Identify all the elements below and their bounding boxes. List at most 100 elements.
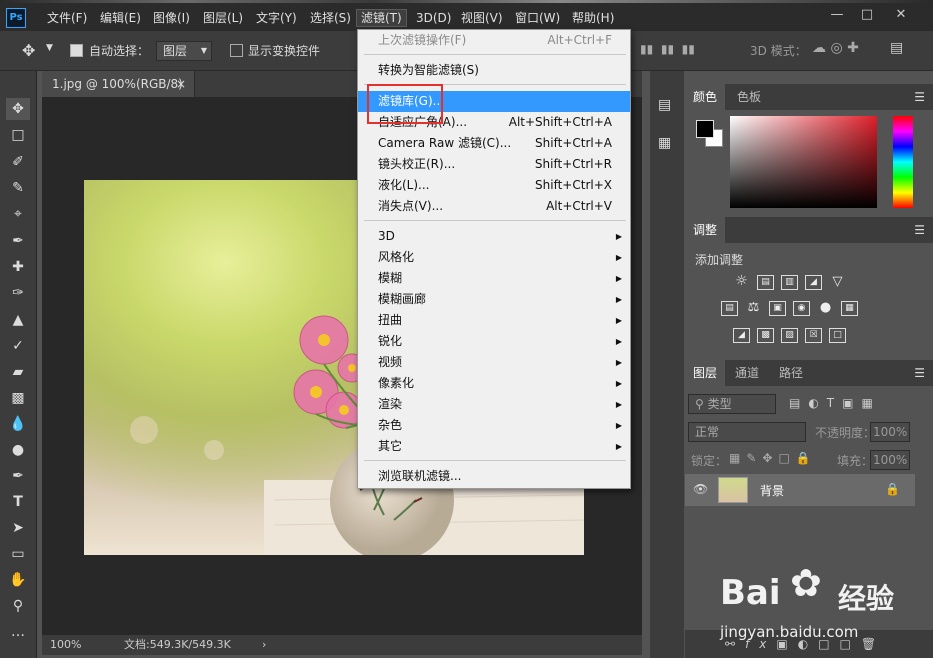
align-icons[interactable]: ▮▮ ▮▮ ▮▮ — [640, 42, 695, 56]
menu-type[interactable]: 文字(Y) — [252, 9, 301, 27]
menu-item-3d[interactable]: 3D ▶ — [358, 226, 630, 247]
threshold-icon[interactable]: ▨ — [781, 328, 798, 343]
minimize-icon[interactable]: — — [822, 6, 852, 24]
stamp-tool-icon[interactable]: ▲ — [6, 309, 30, 331]
menu-image[interactable]: 图像(I) — [149, 9, 194, 27]
menu-item-blur[interactable]: 模糊 ▶ — [358, 268, 630, 289]
lasso-tool-icon[interactable]: ✐ — [6, 151, 30, 173]
menu-item-other[interactable]: 其它 ▶ — [358, 436, 630, 457]
zoom-level[interactable]: 100% — [50, 635, 81, 655]
hue-saturation-icon[interactable]: ▤ — [721, 301, 738, 316]
menu-edit[interactable]: 编辑(E) — [96, 9, 145, 27]
menu-item-stylize[interactable]: 风格化 ▶ — [358, 247, 630, 268]
eyedropper-icon[interactable]: ✒ — [6, 230, 30, 252]
color-lookup-icon[interactable]: ▦ — [841, 301, 858, 316]
photo-filter-icon[interactable]: ◉ — [793, 301, 810, 316]
menu-layer[interactable]: 图层(L) — [199, 9, 247, 27]
black-white-icon[interactable]: ▣ — [769, 301, 786, 316]
panel-menu-icon[interactable]: ☰ — [914, 360, 925, 386]
layer-kind-filter[interactable]: ⚲ 类型 — [688, 394, 776, 414]
color-field[interactable] — [730, 116, 877, 208]
opacity-input[interactable]: 100% — [870, 422, 910, 442]
zoom-tool-icon[interactable]: ⚲ — [6, 595, 30, 617]
layer-row-background[interactable]: 👁 背景 🔒 — [685, 474, 915, 506]
menu-select[interactable]: 选择(S) — [306, 9, 355, 27]
menu-item-video[interactable]: 视频 ▶ — [358, 352, 630, 373]
brush-tool-icon[interactable]: ✑ — [6, 282, 30, 304]
menu-item-browse-online[interactable]: 浏览联机滤镜... — [358, 466, 630, 487]
type-tool-icon[interactable]: T — [6, 491, 30, 513]
menu-item-sharpen[interactable]: 锐化 ▶ — [358, 331, 630, 352]
selective-color-icon[interactable]: ☒ — [805, 328, 822, 343]
menu-item-render[interactable]: 渲染 ▶ — [358, 394, 630, 415]
exposure-icon[interactable]: ◢ — [805, 275, 822, 290]
show-transform-checkbox[interactable] — [230, 44, 243, 57]
path-select-icon[interactable]: ➤ — [6, 517, 30, 539]
menu-item-distort[interactable]: 扭曲 ▶ — [358, 310, 630, 331]
shape-tool-icon[interactable]: ▭ — [6, 543, 30, 565]
curves-icon[interactable]: ▥ — [781, 275, 798, 290]
tab-color[interactable]: 颜色 — [685, 84, 726, 110]
chevron-down-icon[interactable]: ▼ — [46, 43, 53, 53]
tab-layers[interactable]: 图层 — [685, 360, 726, 386]
menu-item-vanishing-point[interactable]: 消失点(V)... Alt+Ctrl+V — [358, 196, 630, 217]
brightness-icon[interactable]: ☼ — [733, 274, 750, 290]
invert-icon[interactable]: ◢ — [733, 328, 750, 343]
menu-file[interactable]: 文件(F) — [43, 9, 91, 27]
tab-adjustments[interactable]: 调整 — [685, 217, 726, 243]
restore-icon[interactable]: □ — [852, 6, 882, 24]
fill-input[interactable]: 100% — [870, 450, 910, 470]
visibility-eye-icon[interactable]: 👁 — [693, 482, 708, 496]
menu-3d[interactable]: 3D(D) — [412, 9, 455, 27]
menu-window[interactable]: 窗口(W) — [511, 9, 564, 27]
document-tab[interactable]: 1.jpg @ 100%(RGB/8) × — [42, 71, 195, 97]
channel-mixer-icon[interactable]: ● — [817, 301, 834, 316]
vibrance-icon[interactable]: ▽ — [829, 275, 846, 290]
more-tools-icon[interactable]: … — [6, 621, 30, 643]
3d-panel-icon[interactable]: ▦ — [658, 135, 671, 151]
layer-filter-icons[interactable]: ▤◐T▣▦ — [789, 396, 881, 410]
history-brush-icon[interactable]: ✓ — [6, 335, 30, 357]
quick-select-icon[interactable]: ✎ — [6, 177, 30, 199]
auto-select-checkbox[interactable] — [70, 44, 83, 57]
tab-paths[interactable]: 路径 — [771, 360, 811, 386]
pen-tool-icon[interactable]: ✒ — [6, 465, 30, 487]
close-tab-icon[interactable]: × — [176, 71, 186, 97]
menu-item-last-filter[interactable]: 上次滤镜操作(F) Alt+Ctrl+F — [358, 30, 630, 51]
tab-channels[interactable]: 通道 — [727, 360, 767, 386]
workspace-icon[interactable]: ▤ — [890, 40, 903, 56]
crop-tool-icon[interactable]: ⌖ — [6, 203, 30, 225]
menu-filter[interactable]: 滤镜(T) — [356, 9, 407, 27]
menu-view[interactable]: 视图(V) — [457, 9, 507, 27]
levels-icon[interactable]: ▤ — [757, 275, 774, 290]
gradient-map-icon[interactable]: □ — [829, 328, 846, 343]
menu-item-camera-raw[interactable]: Camera Raw 滤镜(C)... Shift+Ctrl+A — [358, 133, 630, 154]
status-chevron-icon[interactable]: › — [262, 635, 266, 655]
lock-icons[interactable]: ▦✎✥□🔒 — [729, 451, 817, 465]
foreground-color-swatch[interactable] — [696, 120, 714, 138]
blend-mode-select[interactable]: 正常 — [688, 422, 806, 442]
panel-menu-icon[interactable]: ☰ — [914, 217, 925, 243]
color-balance-icon[interactable]: ⚖ — [745, 301, 762, 316]
blur-tool-icon[interactable]: 💧 — [6, 413, 30, 435]
gradient-tool-icon[interactable]: ▩ — [6, 387, 30, 409]
history-panel-icon[interactable]: ▤ — [658, 97, 671, 113]
menu-item-pixelate[interactable]: 像素化 ▶ — [358, 373, 630, 394]
tab-swatches[interactable]: 色板 — [729, 84, 769, 110]
posterize-icon[interactable]: ▩ — [757, 328, 774, 343]
dodge-tool-icon[interactable]: ● — [6, 439, 30, 461]
move-tool-icon[interactable]: ✥ — [6, 98, 30, 120]
eraser-tool-icon[interactable]: ▰ — [6, 361, 30, 383]
hand-tool-icon[interactable]: ✋ — [6, 569, 30, 591]
menu-item-blur-gallery[interactable]: 模糊画廊 ▶ — [358, 289, 630, 310]
panel-menu-icon[interactable]: ☰ — [914, 84, 925, 110]
hue-slider[interactable] — [893, 116, 913, 208]
move-tool-icon[interactable]: ✥ — [22, 41, 35, 60]
menu-help[interactable]: 帮助(H) — [568, 9, 618, 27]
menu-item-liquify[interactable]: 液化(L)... Shift+Ctrl+X — [358, 175, 630, 196]
close-icon[interactable]: ✕ — [886, 6, 916, 24]
menu-item-noise[interactable]: 杂色 ▶ — [358, 415, 630, 436]
3d-orbit-icon[interactable]: ☁ ◎ ✚ — [812, 40, 859, 56]
menu-item-convert-smart[interactable]: 转换为智能滤镜(S) — [358, 60, 630, 81]
healing-brush-icon[interactable]: ✚ — [6, 256, 30, 278]
